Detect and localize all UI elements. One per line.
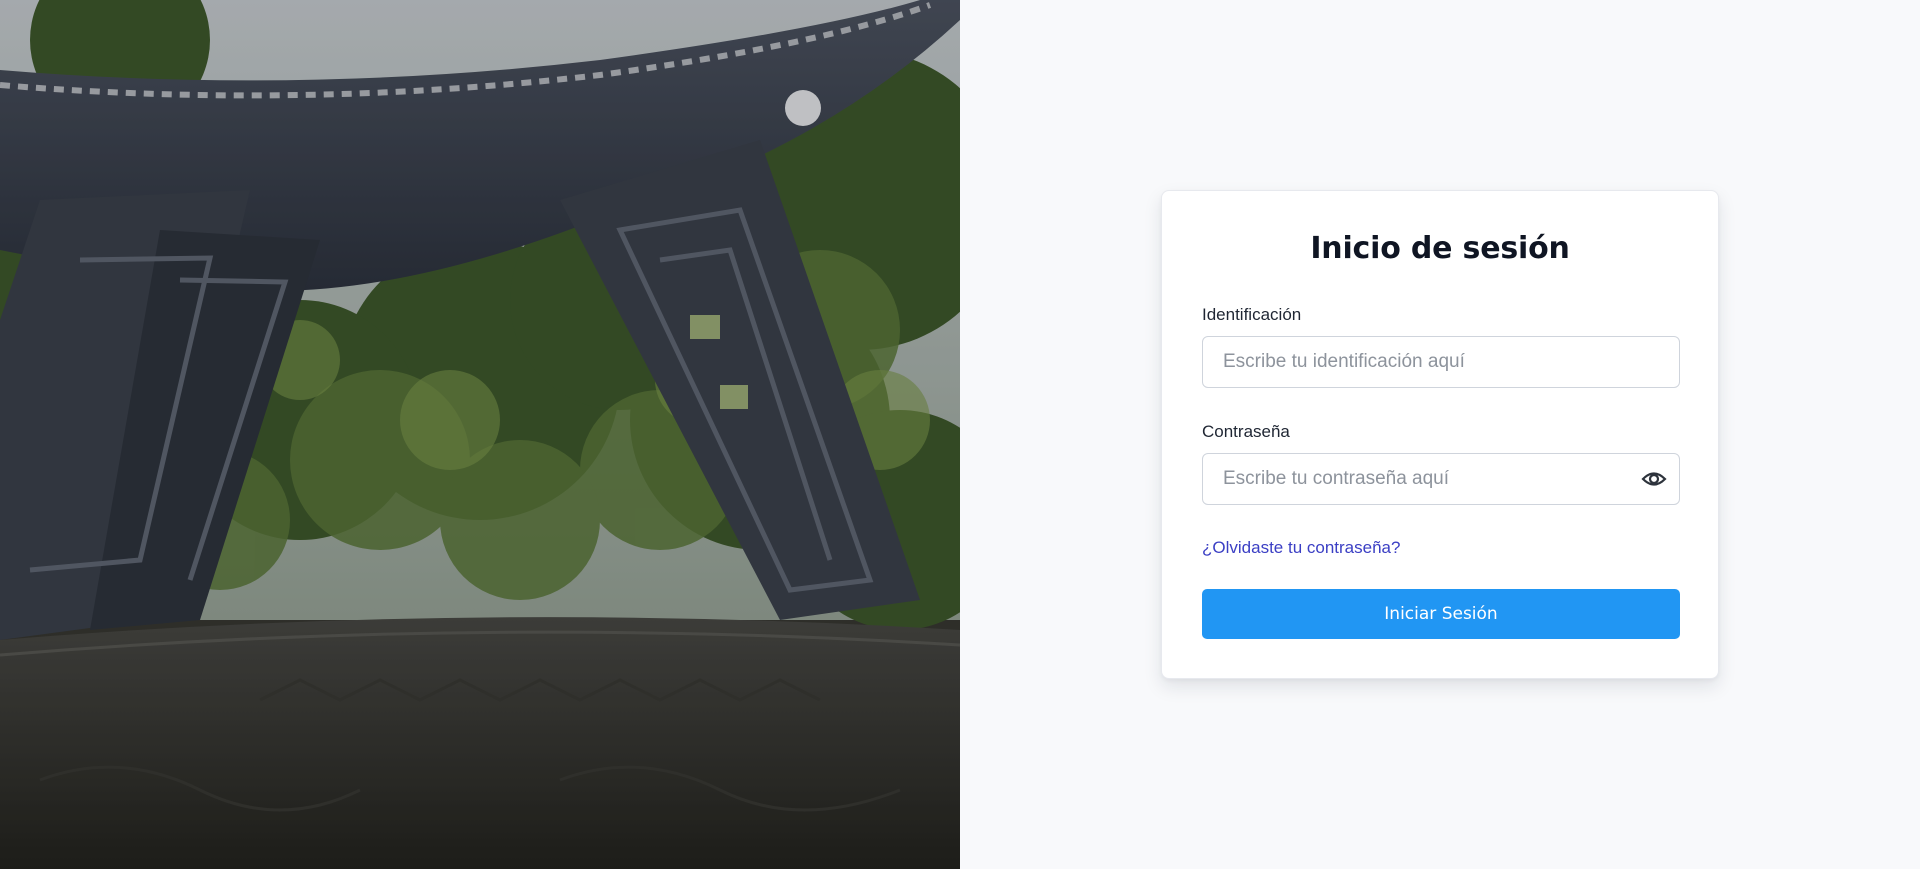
hero-image <box>0 0 960 869</box>
password-label: Contraseña <box>1202 422 1290 441</box>
login-card: Inicio de sesión Identificación Contrase… <box>1161 190 1719 679</box>
login-button[interactable]: Iniciar Sesión <box>1202 589 1680 639</box>
forgot-password-link[interactable]: ¿Olvidaste tu contraseña? <box>1202 538 1400 558</box>
identification-label: Identificación <box>1202 305 1302 324</box>
hero-overlay <box>0 0 960 869</box>
eye-icon[interactable] <box>1641 468 1667 490</box>
page-title: Inicio de sesión <box>1310 231 1570 266</box>
password-input[interactable] <box>1202 453 1680 505</box>
identification-input[interactable] <box>1202 336 1680 388</box>
